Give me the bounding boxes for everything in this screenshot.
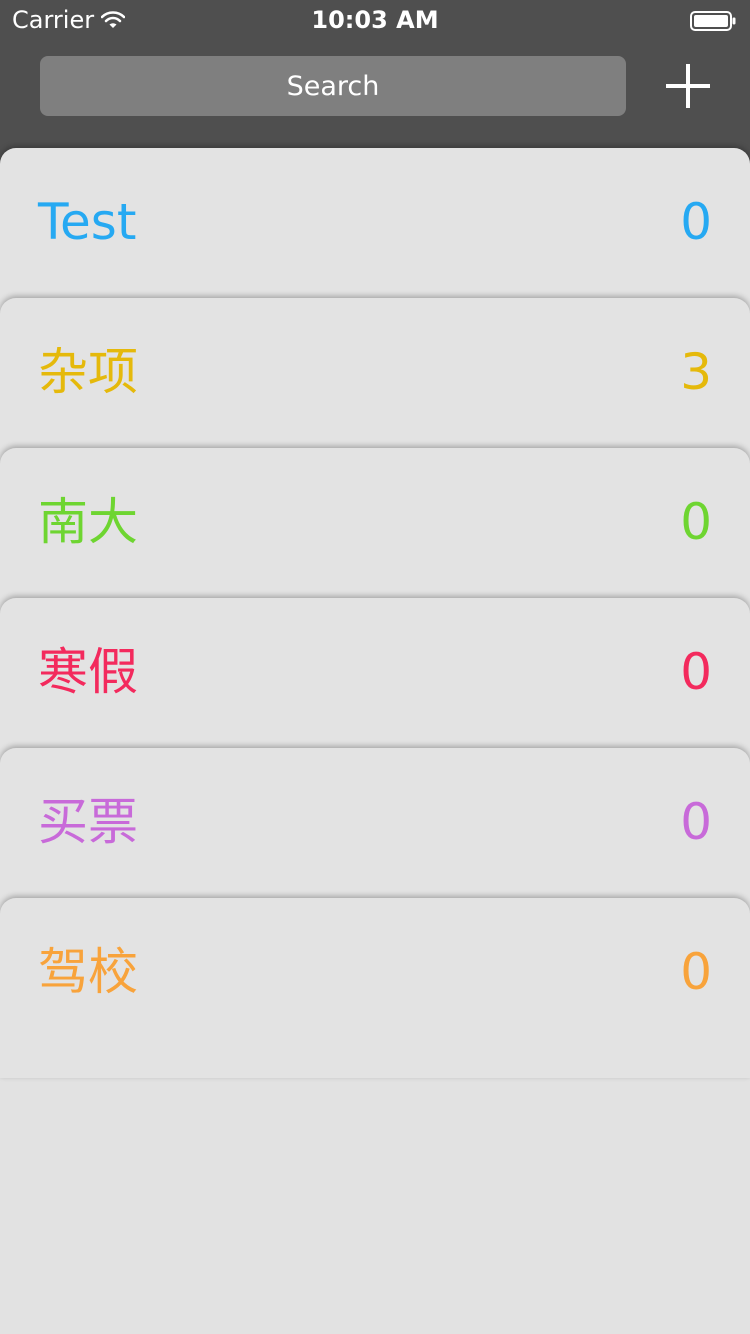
- list-count: 3: [680, 343, 712, 401]
- list-count: 0: [680, 943, 712, 1001]
- list-name: 买票: [38, 793, 138, 851]
- search-input[interactable]: Search: [40, 56, 626, 116]
- battery-icon: [690, 11, 736, 31]
- list-count: 0: [680, 643, 712, 701]
- plus-icon[interactable]: [666, 64, 710, 108]
- list-card[interactable]: 驾校 0: [0, 898, 750, 1078]
- list-count: 0: [680, 793, 712, 851]
- status-time: 10:03 AM: [311, 6, 439, 34]
- list-name: 南大: [38, 493, 138, 551]
- header-bar: Carrier 10:03 AM Search: [0, 0, 750, 170]
- status-bar: Carrier 10:03 AM: [0, 0, 750, 40]
- list-name: 驾校: [38, 943, 138, 1001]
- list-count: 0: [680, 193, 712, 251]
- list-count: 0: [680, 493, 712, 551]
- list-name: Test: [38, 193, 137, 251]
- list-name: 寒假: [38, 643, 138, 701]
- list-name: 杂项: [38, 343, 138, 401]
